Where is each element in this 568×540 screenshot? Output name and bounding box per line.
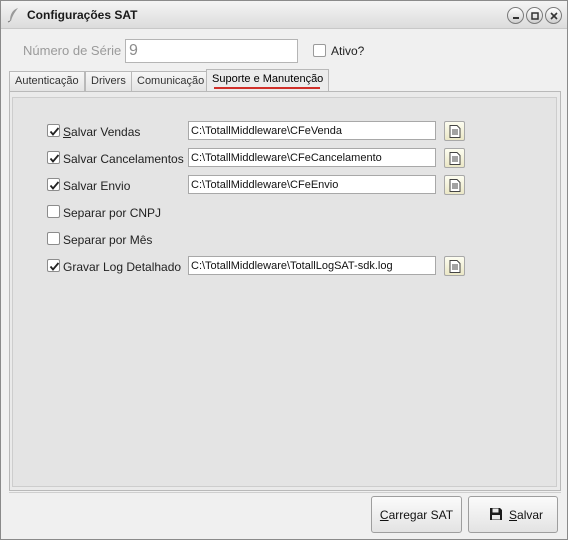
salvar-vendas-checkbox[interactable] <box>47 124 60 137</box>
serial-number-input[interactable] <box>125 39 298 63</box>
gravar-log-checkbox[interactable] <box>47 259 60 272</box>
salvar-button[interactable]: Salvar <box>468 496 558 533</box>
salvar-label-rest: alvar <box>517 508 544 522</box>
gravar-log-path-input[interactable] <box>188 256 436 275</box>
footer-divider <box>9 492 561 493</box>
carregar-sat-button[interactable]: Carregar SAT <box>371 496 462 533</box>
salvar-vendas-label: Salvar Vendas <box>63 125 140 139</box>
salvar-cancelamentos-checkbox[interactable] <box>47 151 60 164</box>
salvar-vendas-path-input[interactable] <box>188 121 436 140</box>
minimize-icon[interactable] <box>507 7 524 24</box>
separar-mes-checkbox[interactable] <box>47 232 60 245</box>
maximize-icon[interactable] <box>526 7 543 24</box>
salvar-envio-path-input[interactable] <box>188 175 436 194</box>
floppy-disk-icon <box>489 507 503 524</box>
salvar-envio-browse-button[interactable] <box>444 175 465 195</box>
tab-drivers[interactable]: Drivers <box>85 71 132 91</box>
salvar-envio-label: Salvar Envio <box>63 179 131 193</box>
carregar-sat-label: arregar SAT <box>388 508 454 522</box>
salvar-envio-checkbox[interactable] <box>47 178 60 191</box>
salvar-cancelamentos-browse-button[interactable] <box>444 148 465 168</box>
salvar-vendas-mnemonic: S <box>63 125 72 139</box>
separar-cnpj-label: Separar por CNPJ <box>63 206 162 220</box>
salvar-cancelamentos-label: Salvar Cancelamentos <box>63 152 184 166</box>
serial-number-label: Número de Série <box>23 43 122 58</box>
salvar-cancelamentos-path-input[interactable] <box>188 148 436 167</box>
separar-cnpj-checkbox[interactable] <box>47 205 60 218</box>
ativo-checkbox[interactable] <box>313 44 326 57</box>
tab-comunicacao[interactable]: Comunicação <box>131 71 211 91</box>
window-title: Configurações SAT <box>27 8 138 22</box>
salvar-mnemonic: S <box>509 508 518 522</box>
tab-autenticacao[interactable]: Autenticação <box>9 71 85 91</box>
carregar-sat-mnemonic: C <box>379 508 389 522</box>
title-bar: Configurações SAT <box>1 1 567 29</box>
close-icon[interactable] <box>545 7 562 24</box>
salvar-vendas-browse-button[interactable] <box>444 121 465 141</box>
separar-mes-label: Separar por Mês <box>63 233 153 247</box>
salvar-vendas-label-rest: alvar Vendas <box>71 125 141 139</box>
gravar-log-browse-button[interactable] <box>444 256 465 276</box>
ativo-label: Ativo? <box>331 44 365 58</box>
salvar-label: Salvar <box>509 508 543 522</box>
feather-icon <box>7 7 21 23</box>
active-tab-indicator <box>214 87 320 89</box>
sat-config-window: Configurações SAT Número de Série Ativo?… <box>0 0 568 540</box>
gravar-log-label: Gravar Log Detalhado <box>63 260 182 274</box>
